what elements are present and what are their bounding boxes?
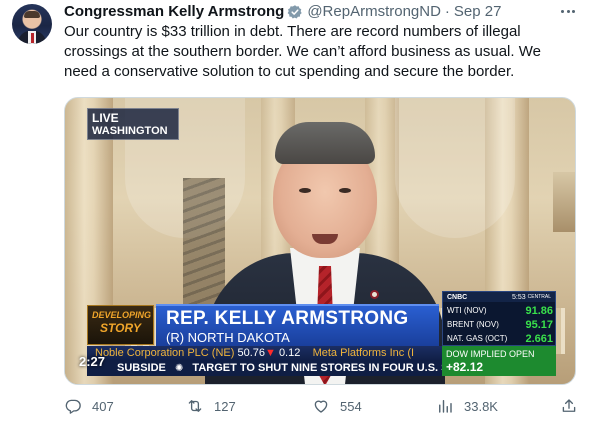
retweet-icon (188, 400, 202, 412)
market-row: WTI (NOV) 91.86 (447, 304, 553, 317)
avatar[interactable] (12, 4, 52, 44)
tweet-date[interactable]: Sep 27 (454, 2, 502, 22)
share-icon (562, 399, 576, 412)
dow-label: DOW IMPLIED OPEN (446, 349, 535, 359)
developing-story-badge: DEVELOPING STORY (87, 305, 154, 345)
views-icon (439, 400, 452, 413)
views-button[interactable]: 33.8K (436, 394, 498, 418)
separator-dot: · (444, 3, 450, 20)
live-bug: LIVE WASHINGTON (87, 108, 179, 140)
dow-box: DOW IMPLIED OPEN +82.12 (442, 346, 556, 376)
views-count: 33.8K (464, 398, 498, 414)
display-name[interactable]: Congressman Kelly Armstrong (64, 2, 284, 22)
more-icon[interactable] (556, 1, 580, 21)
stock-ticker: Noble Corporation PLC (NE) 50.76▼ 0.12 M… (87, 346, 442, 360)
like-count: 554 (340, 398, 362, 414)
market-box: CNBC 5:53 CENTRAL WTI (NOV) 91.86 BRENT … (442, 291, 556, 346)
speaker-name: REP. KELLY ARMSTRONG (166, 308, 409, 329)
market-row: NAT. GAS (OCT) 2.661 (447, 332, 553, 345)
lower-third-nameplate: REP. KELLY ARMSTRONG (R) NORTH DAKOTA (156, 304, 439, 346)
like-button[interactable]: 554 (312, 394, 362, 418)
live-label: LIVE (92, 111, 119, 125)
verified-badge-icon (287, 5, 302, 19)
news-crawl: SUBSIDE ✺ TARGET TO SHUT NINE STORES IN … (87, 360, 442, 376)
video-player[interactable]: LIVE WASHINGTON DEVELOPING STORY REP. KE… (64, 97, 576, 385)
peacock-icon: ✺ (174, 363, 184, 374)
reply-icon (65, 399, 81, 414)
speaker-subtitle: (R) NORTH DAKOTA (166, 330, 290, 345)
video-duration: 2:27 (79, 354, 106, 369)
clock: 5:53 (512, 293, 526, 301)
time-zone: CENTRAL (527, 294, 551, 300)
reply-count: 407 (92, 398, 114, 414)
tweet-actions: 407 127 554 33.8K (0, 394, 591, 418)
handle[interactable]: @RepArmstrongND (307, 2, 441, 22)
market-row: BRENT (NOV) 95.17 (447, 318, 553, 331)
dow-value: +82.12 (446, 360, 484, 374)
retweet-button[interactable]: 127 (186, 394, 236, 418)
reply-button[interactable]: 407 (64, 394, 114, 418)
share-button[interactable] (560, 394, 588, 418)
tweet-header: Congressman Kelly Armstrong @RepArmstron… (64, 2, 501, 22)
location-label: WASHINGTON (92, 125, 168, 137)
like-icon (314, 400, 328, 413)
retweet-count: 127 (214, 398, 236, 414)
network-logo: CNBC (447, 293, 468, 301)
tweet[interactable]: Congressman Kelly Armstrong @RepArmstron… (0, 0, 591, 428)
tweet-text: Our country is $33 trillion in debt. The… (64, 23, 541, 80)
